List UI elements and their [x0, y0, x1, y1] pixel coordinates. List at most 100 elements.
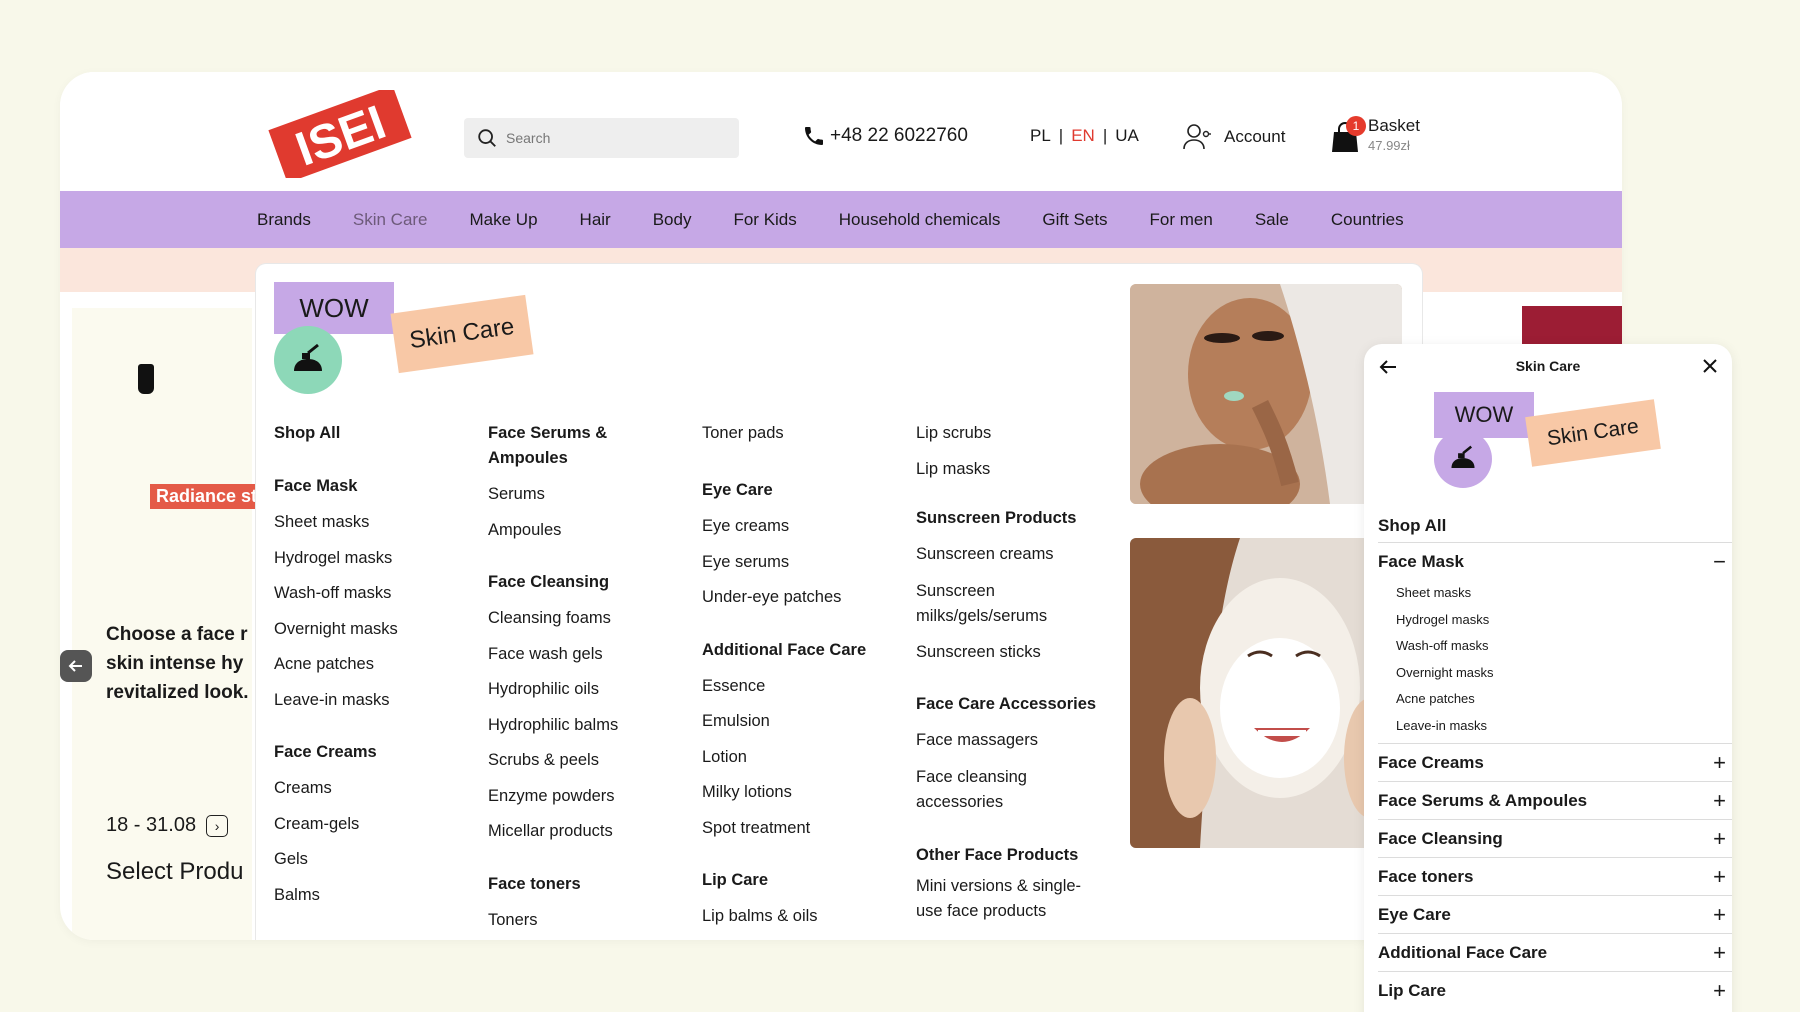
mobile-subcategory-item[interactable]: Leave-in masks — [1396, 713, 1732, 740]
menu-item[interactable]: Face wash gels — [488, 637, 628, 673]
plus-icon[interactable]: + — [1713, 826, 1726, 852]
menu-item[interactable]: Hydrophilic oils — [488, 672, 628, 708]
mobile-category-row[interactable]: Lip Care + — [1378, 971, 1732, 1009]
menu-item[interactable]: Face massagers — [916, 723, 1106, 759]
menu-other-face-products[interactable]: Other Face Products — [916, 843, 1106, 868]
phone-link[interactable]: +48 22 6022760 — [802, 124, 968, 148]
menu-item[interactable]: Sunscreen milks/gels/serums — [916, 579, 1047, 629]
plus-icon[interactable]: + — [1713, 864, 1726, 890]
menu-item[interactable]: Mini versions & single-use face products — [916, 874, 1096, 924]
nav-gift-sets[interactable]: Gift Sets — [1042, 210, 1107, 230]
mobile-subcategory-item[interactable]: Hydrogel masks — [1396, 607, 1732, 634]
menu-sunscreen-products[interactable]: Sunscreen Products — [916, 506, 1106, 531]
menu-item[interactable]: Acne patches — [274, 647, 474, 683]
menu-item[interactable]: Essence — [702, 669, 902, 705]
menu-face-cleansing[interactable]: Face Cleansing — [488, 570, 628, 595]
menu-item[interactable]: Eye serums — [702, 545, 902, 581]
menu-item[interactable]: Micellar products — [488, 814, 628, 850]
menu-item[interactable]: Leave-in masks — [274, 683, 474, 719]
nav-countries[interactable]: Countries — [1331, 210, 1404, 230]
mobile-category-row[interactable]: Face Creams + — [1378, 743, 1732, 781]
lang-pl[interactable]: PL — [1030, 126, 1051, 146]
menu-item[interactable]: Gels — [274, 842, 474, 878]
menu-item[interactable]: Balms — [274, 878, 474, 914]
menu-shop-all[interactable]: Shop All — [274, 421, 474, 446]
mobile-category-row[interactable]: Face toners + — [1378, 857, 1732, 895]
plus-icon[interactable]: + — [1713, 978, 1726, 1004]
mobile-subcategory-item[interactable]: Sheet masks — [1396, 580, 1732, 607]
menu-item[interactable]: Toners — [488, 903, 628, 939]
nav-sale[interactable]: Sale — [1255, 210, 1289, 230]
mobile-subcategory-item[interactable]: Wash-off masks — [1396, 633, 1732, 660]
menu-item[interactable]: Eye creams — [702, 509, 902, 545]
menu-item[interactable]: Lip balms & oils — [702, 899, 902, 935]
menu-item[interactable]: Hydrophilic balms — [488, 708, 628, 744]
lang-en[interactable]: EN — [1071, 126, 1095, 146]
account-link[interactable]: Account — [1182, 122, 1285, 152]
menu-face-creams[interactable]: Face Creams — [274, 740, 474, 765]
menu-face-care-accessories[interactable]: Face Care Accessories — [916, 692, 1106, 717]
menu-item[interactable]: Emulsion — [702, 704, 902, 740]
menu-item[interactable]: Cream-gels — [274, 807, 474, 843]
chevron-right-icon[interactable]: › — [206, 814, 229, 837]
search-input[interactable] — [506, 130, 726, 146]
menu-item[interactable]: Sunscreen sticks — [916, 635, 1106, 671]
menu-item[interactable]: Sheet masks — [274, 505, 474, 541]
nav-for-men[interactable]: For men — [1150, 210, 1213, 230]
minus-icon[interactable]: − — [1713, 549, 1726, 575]
menu-item[interactable]: Milky lotions — [702, 775, 902, 811]
menu-item[interactable]: Spot treatment — [702, 811, 902, 847]
plus-icon[interactable]: + — [1713, 940, 1726, 966]
search-box[interactable] — [464, 118, 739, 158]
menu-item[interactable]: Creams — [274, 771, 474, 807]
nav-hair[interactable]: Hair — [580, 210, 611, 230]
menu-item[interactable]: Lip masks — [916, 446, 1106, 492]
plus-icon[interactable]: + — [1713, 902, 1726, 928]
isei-logo[interactable]: ISEI — [260, 90, 420, 178]
menu-item[interactable]: Hydrogel masks — [274, 541, 474, 577]
arrow-left-icon[interactable] — [1378, 358, 1398, 376]
menu-face-mask[interactable]: Face Mask — [274, 474, 474, 499]
nav-skin-care[interactable]: Skin Care — [353, 210, 428, 230]
menu-item[interactable]: Wash-off masks — [274, 576, 474, 612]
close-icon[interactable] — [1700, 356, 1720, 376]
menu-lip-care[interactable]: Lip Care — [702, 868, 902, 893]
mobile-shop-all[interactable]: Shop All — [1378, 516, 1446, 536]
lang-ua[interactable]: UA — [1115, 126, 1139, 146]
mobile-subcategory-item[interactable]: Acne patches — [1396, 686, 1732, 713]
plus-icon[interactable]: + — [1713, 750, 1726, 776]
logo-text: ISEI — [289, 96, 392, 177]
mobile-category-row[interactable]: Eye Care + — [1378, 895, 1732, 933]
mobile-category-row[interactable]: Face Serums & Ampoules + — [1378, 781, 1732, 819]
menu-item[interactable]: Serums — [488, 477, 628, 513]
menu-additional-face-care[interactable]: Additional Face Care — [702, 638, 902, 663]
menu-item[interactable]: Sunscreen creams — [916, 537, 1106, 573]
carousel-prev-button[interactable] — [60, 650, 92, 682]
menu-face-serums[interactable]: Face Serums & Ampoules — [488, 421, 628, 471]
nav-household-chemicals[interactable]: Household chemicals — [839, 210, 1001, 230]
nav-body[interactable]: Body — [653, 210, 692, 230]
menu-item[interactable]: Overnight masks — [274, 612, 474, 648]
nav-brands[interactable]: Brands — [257, 210, 311, 230]
menu-item[interactable]: Lotion — [702, 740, 902, 776]
mobile-category-row[interactable]: Face Cleansing + — [1378, 819, 1732, 857]
menu-item[interactable]: Cleansing foams — [488, 601, 628, 637]
nav-for-kids[interactable]: For Kids — [733, 210, 796, 230]
menu-item[interactable]: Toner pads — [702, 421, 902, 446]
nav-make-up[interactable]: Make Up — [470, 210, 538, 230]
menu-item[interactable]: Under-eye patches — [702, 580, 902, 616]
mobile-category-face-mask[interactable]: Face Mask − — [1378, 542, 1732, 580]
mobile-subcategory-list: Sheet masks Hydrogel masks Wash-off mask… — [1378, 580, 1732, 743]
menu-face-toners[interactable]: Face toners — [488, 872, 628, 897]
basket-link[interactable]: 1 Basket 47.99zł — [1330, 116, 1420, 154]
menu-eye-care[interactable]: Eye Care — [702, 478, 902, 503]
mobile-category-row[interactable]: Additional Face Care + — [1378, 933, 1732, 971]
mobile-subcategory-item[interactable]: Overnight masks — [1396, 660, 1732, 687]
menu-item[interactable]: Enzyme powders — [488, 779, 628, 815]
plus-icon[interactable]: + — [1713, 788, 1726, 814]
menu-item[interactable]: Lip scrubs — [916, 421, 1106, 446]
account-label: Account — [1224, 127, 1286, 146]
menu-item[interactable]: Scrubs & peels — [488, 743, 628, 779]
menu-item[interactable]: Ampoules — [488, 513, 628, 549]
menu-item[interactable]: Face cleansing accessories — [916, 765, 1046, 815]
